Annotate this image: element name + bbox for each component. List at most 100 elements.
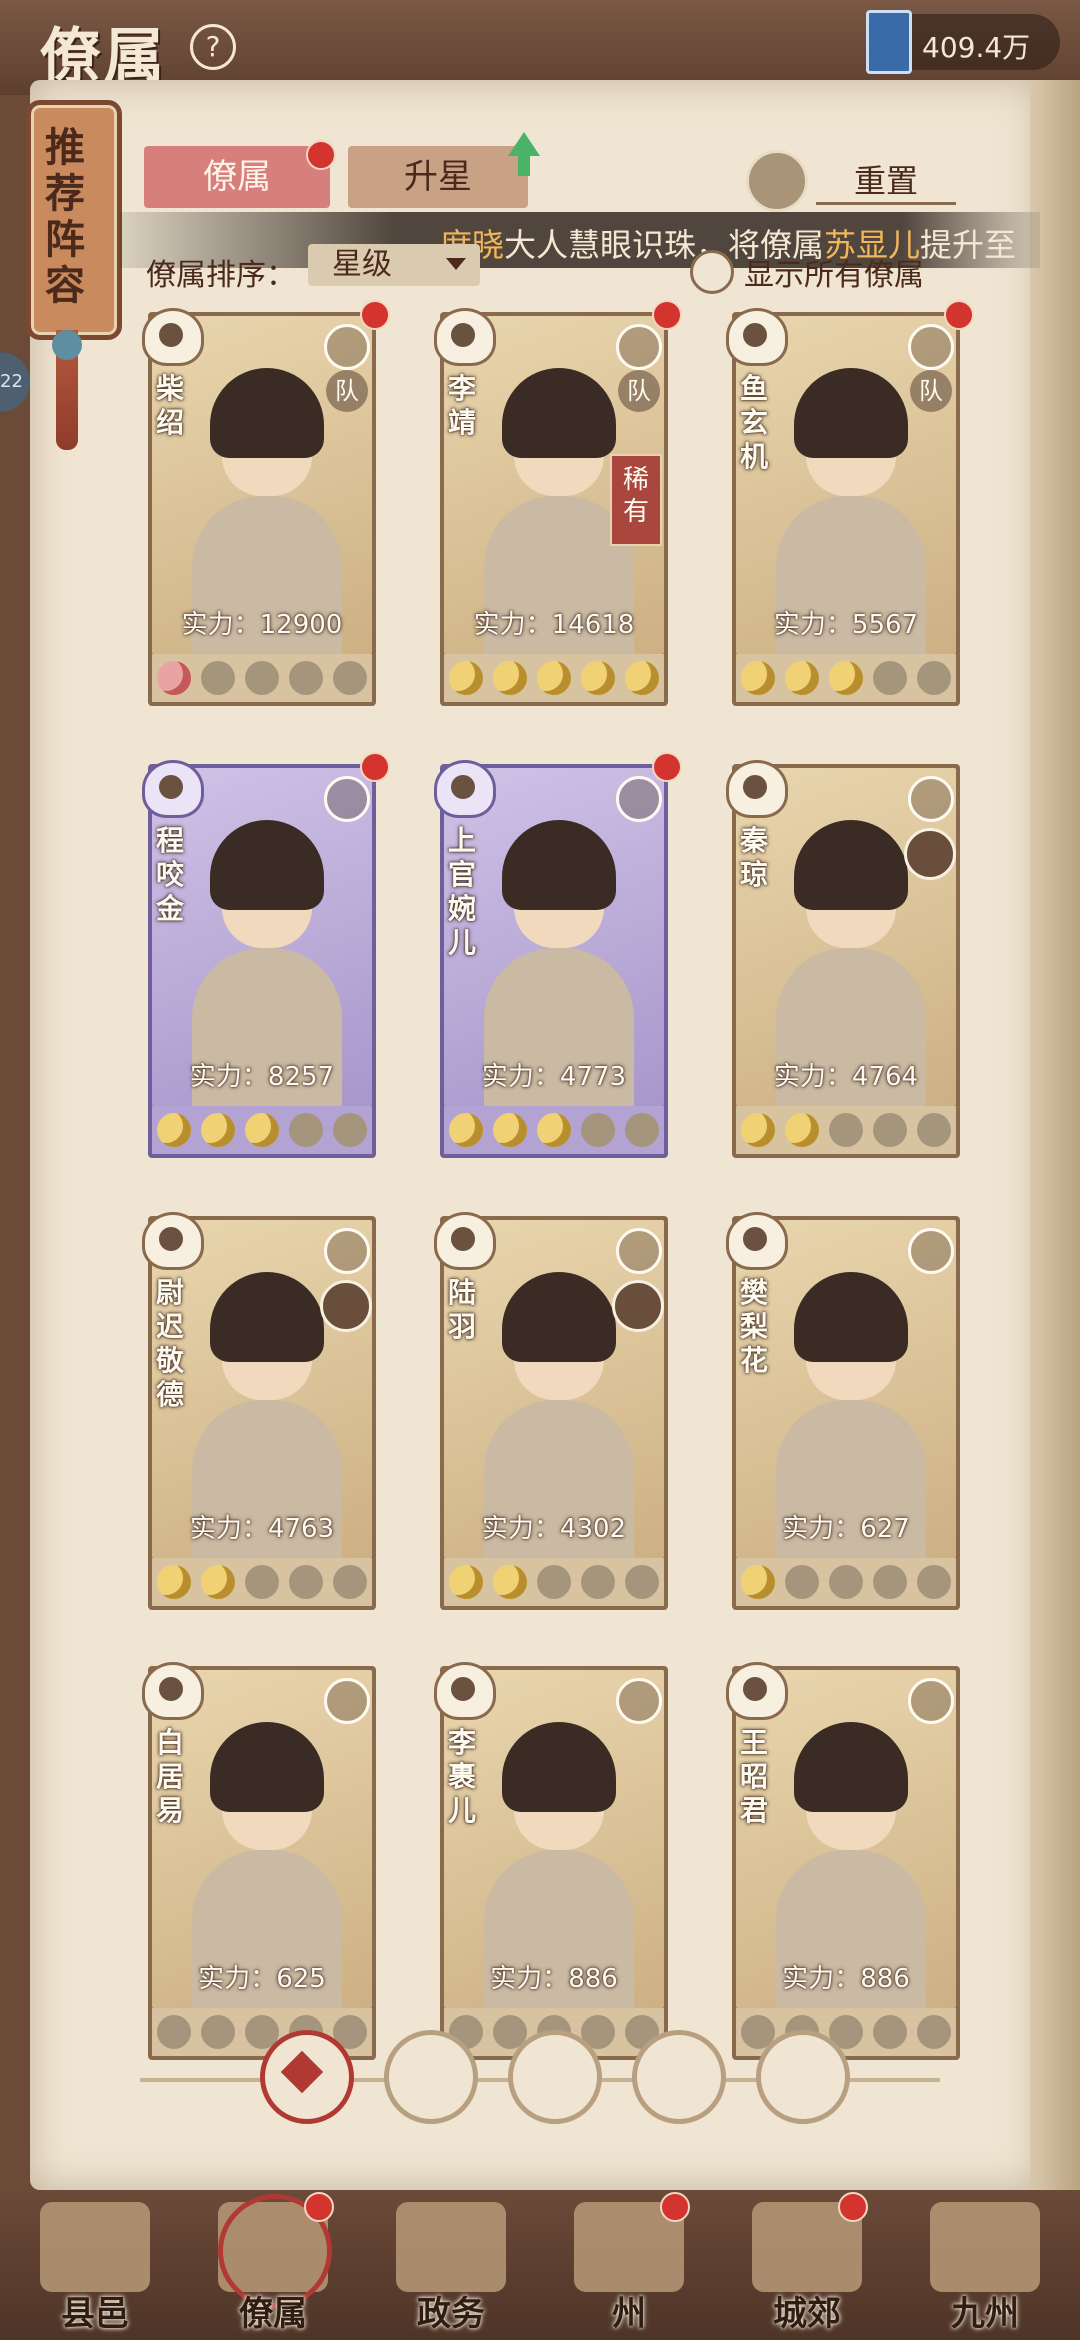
- star-icon: [245, 661, 279, 695]
- nav-item[interactable]: 政务: [376, 2190, 526, 2340]
- side-chip[interactable]: 22: [0, 352, 30, 412]
- nav-label: 县邑: [61, 2294, 129, 2334]
- power-value: 4764: [851, 1062, 919, 1092]
- star-row: [736, 1558, 956, 1606]
- retainer-card[interactable]: 队 柴绍 实力：12900: [142, 300, 390, 706]
- tab-upgrade-star[interactable]: 升星: [348, 146, 528, 208]
- fan-faction-icon[interactable]: [632, 2030, 726, 2124]
- star-icon: [785, 1113, 819, 1147]
- cat-faction-icon[interactable]: [508, 2030, 602, 2124]
- faction-icon: [726, 1662, 788, 1720]
- faction-icon: [726, 760, 788, 818]
- retainer-name: 樊梨花: [740, 1276, 769, 1377]
- nav-item[interactable]: 州: [554, 2190, 704, 2340]
- star-icon: [625, 661, 659, 695]
- star-icon: [157, 1565, 191, 1599]
- figure-hair: [502, 1722, 616, 1812]
- power-text: 实力：625: [148, 1958, 376, 1995]
- notification-badge: [652, 752, 682, 782]
- tab-retainers-badge: [306, 140, 336, 170]
- star-icon: [157, 661, 191, 695]
- star-row: [444, 654, 664, 702]
- class-icon: [616, 1228, 662, 1274]
- retainer-name: 柴绍: [156, 372, 185, 439]
- avatar: [904, 828, 956, 880]
- power-value: 4773: [559, 1062, 627, 1092]
- show-all-label[interactable]: 显示所有僚属: [744, 250, 924, 294]
- star-icon: [537, 661, 571, 695]
- bottom-navigation: 县邑 僚属 政务 州 城郊 九州: [0, 2190, 1080, 2340]
- show-all-checkbox[interactable]: [690, 250, 734, 294]
- nav-item[interactable]: 九州: [910, 2190, 1060, 2340]
- retainer-card[interactable]: 队稀有 李靖 实力：14618: [434, 300, 682, 706]
- avatar: [320, 1280, 372, 1332]
- recommended-lineup-button[interactable]: 推荐阵容: [26, 100, 122, 340]
- retainer-card[interactable]: 秦琼 实力：4764: [726, 760, 960, 1158]
- retainer-name: 程咬金: [156, 824, 185, 925]
- sort-value: 星级: [332, 247, 392, 282]
- figure-hair: [794, 820, 908, 910]
- power-text: 实力：4763: [148, 1508, 376, 1545]
- class-icon: [324, 1678, 370, 1724]
- nav-item[interactable]: 僚属: [198, 2190, 348, 2340]
- building-icon: [40, 2202, 150, 2292]
- class-icon: [324, 324, 370, 370]
- building-icon: [930, 2202, 1040, 2292]
- star-icon: [741, 661, 775, 695]
- retainer-card[interactable]: 白居易实力：625: [142, 1662, 376, 2060]
- all-diamond-icon[interactable]: [260, 2030, 354, 2124]
- notification-badge: [360, 300, 390, 330]
- notification-badge: [304, 2192, 334, 2222]
- sort-dropdown[interactable]: 星级: [308, 244, 480, 286]
- retainer-card[interactable]: 樊梨花实力：627: [726, 1212, 960, 1610]
- upgrade-arrow-stem: [518, 154, 530, 176]
- retainer-card[interactable]: 队 鱼玄机 实力：5567: [726, 300, 974, 706]
- retainer-card[interactable]: 陆羽 实力：4302: [434, 1212, 668, 1610]
- faction-icon: [434, 760, 496, 818]
- class-icon: [908, 1228, 954, 1274]
- faction-icon: [142, 760, 204, 818]
- figure-hair: [210, 368, 324, 458]
- retainer-card[interactable]: 程咬金实力：8257: [142, 752, 390, 1158]
- avatar: [612, 1280, 664, 1332]
- star-icon: [289, 661, 323, 695]
- retainer-card[interactable]: 王昭君 实力：886: [726, 1662, 960, 2060]
- power-text: 实力：12900: [148, 604, 376, 641]
- faction-icon: [142, 1662, 204, 1720]
- class-icon: [616, 776, 662, 822]
- star-icon: [157, 1113, 191, 1147]
- lion-faction-icon[interactable]: [756, 2030, 850, 2124]
- nav-item[interactable]: 城郊: [732, 2190, 882, 2340]
- tab-retainers[interactable]: 僚属: [144, 146, 330, 208]
- power-value: 886: [568, 1964, 618, 1994]
- power-text: 实力：886: [732, 1958, 960, 1995]
- chevron-down-icon: [446, 258, 466, 270]
- star-icon: [581, 1113, 615, 1147]
- faction-icon: [726, 308, 788, 366]
- reset-icon[interactable]: [746, 150, 808, 212]
- retainer-name: 上官婉儿: [448, 824, 477, 959]
- reset-button[interactable]: 重置: [816, 156, 956, 205]
- question-icon[interactable]: ?: [190, 24, 236, 70]
- bell-faction-icon[interactable]: [384, 2030, 478, 2124]
- power-text: 实力：627: [732, 1508, 960, 1545]
- power-value: 627: [860, 1514, 910, 1544]
- figure-hair: [210, 1272, 324, 1362]
- class-icon: [616, 1678, 662, 1724]
- currency-display[interactable]: 409.4万: [866, 10, 1060, 74]
- power-label: 实力：: [773, 1062, 852, 1092]
- retainer-card[interactable]: 上官婉儿 实力：4773: [434, 752, 682, 1158]
- notification-badge: [944, 300, 974, 330]
- sort-label: 僚属排序：: [146, 258, 296, 293]
- nav-label: 城郊: [773, 2294, 841, 2334]
- retainer-card[interactable]: 李裹儿 实力：886: [434, 1662, 668, 2060]
- retainer-card[interactable]: 尉迟敬德 实力：4763: [142, 1212, 376, 1610]
- nav-item[interactable]: 县邑: [20, 2190, 170, 2340]
- notification-badge: [652, 300, 682, 330]
- star-row: [152, 654, 372, 702]
- retainer-name: 白居易: [156, 1726, 185, 1827]
- power-text: 实力：8257: [148, 1056, 376, 1093]
- page-fold: [1030, 80, 1080, 2190]
- star-icon: [785, 1565, 819, 1599]
- figure-hair: [502, 820, 616, 910]
